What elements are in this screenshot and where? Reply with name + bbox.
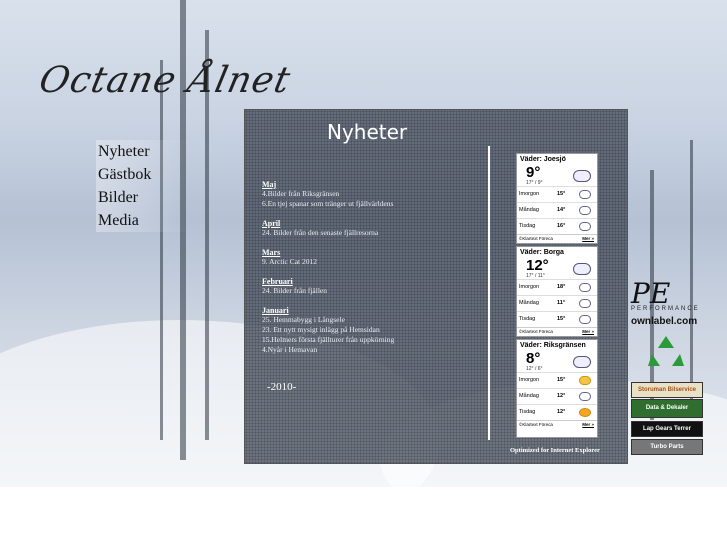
forecast-row: Tisdag 15° — [517, 311, 597, 327]
year-link[interactable]: -2010- — [267, 381, 296, 393]
rain-icon — [579, 392, 591, 401]
weather-widget-borga: Väder: Borga 12° 17° / 11° Imorgon 18° Må… — [516, 246, 598, 337]
forecast-temp: 18° — [557, 284, 566, 290]
browser-note: Optimized for Internet Explorer — [510, 447, 600, 454]
sponsor-badge[interactable]: Storuman Bilservice — [631, 382, 703, 398]
news-link[interactable]: 4.Bilder från Riksgränsen — [262, 189, 482, 199]
news-link[interactable]: 25. Hemmabygg i Långsele — [262, 315, 482, 325]
cloud-icon — [573, 263, 591, 275]
forecast-row: Måndag 14° — [517, 202, 597, 218]
forecast-temp: 15° — [557, 377, 566, 383]
weather-footer: ©Klartext Föreca Mer » — [517, 327, 597, 335]
forecast-day: Imorgon — [519, 284, 540, 290]
divider — [488, 146, 490, 440]
sun-icon — [579, 408, 591, 417]
nav-item-media[interactable]: Media — [96, 209, 188, 232]
forecast-temp: 12° — [557, 393, 566, 399]
forecast-temp: 14° — [557, 207, 566, 213]
cloud-icon — [579, 190, 591, 199]
month-heading-januari[interactable]: Januari — [262, 306, 482, 315]
page-title: Nyheter — [327, 120, 408, 144]
nav-item-gastbok[interactable]: Gästbok — [96, 163, 188, 186]
weather-footer: ©Klartext Föreca Mer » — [517, 420, 597, 428]
weather-credit: ©Klartext Föreca — [519, 329, 553, 334]
forecast-day: Tisdag — [519, 316, 536, 322]
sun-cloud-icon — [579, 376, 591, 385]
pe-performance-logo[interactable]: PE — [631, 280, 701, 308]
forecast-day: Måndag — [519, 207, 539, 213]
forecast-temp: 12° — [557, 409, 566, 415]
news-link[interactable]: 24. Bilder från fjällen — [262, 286, 482, 296]
forecast-day: Imorgon — [519, 191, 540, 197]
more-link[interactable]: Mer » — [582, 329, 594, 334]
cloud-icon — [579, 283, 591, 292]
forecast-row: Tisdag 16° — [517, 218, 597, 234]
cloud-icon — [579, 222, 591, 231]
forecast-temp: 11° — [557, 300, 566, 306]
sponsor-badge[interactable]: Lap Gears Terrer — [631, 421, 703, 437]
weather-footer: ©Klartext Föreca Mer » — [517, 234, 597, 242]
forecast-day: Tisdag — [519, 223, 536, 229]
forecast-row: Tisdag 12° — [517, 404, 597, 420]
forecast-row: Måndag 11° — [517, 295, 597, 311]
forecast-temp: 15° — [557, 316, 566, 322]
month-heading-april[interactable]: April — [262, 219, 482, 228]
forecast-row: Imorgon 15° — [517, 186, 597, 202]
forecast-day: Måndag — [519, 300, 539, 306]
main-nav: Nyheter Gästbok Bilder Media — [96, 140, 188, 232]
site-logo[interactable]: Octane Ålnet — [36, 60, 295, 101]
pe-performance-subtitle: PERFORMANCE — [631, 306, 700, 312]
forecast-row: Imorgon 18° — [517, 279, 597, 295]
forecast-day: Måndag — [519, 393, 539, 399]
recycle-icon[interactable] — [646, 334, 686, 370]
nav-item-bilder[interactable]: Bilder — [96, 186, 188, 209]
weather-credit: ©Klartext Föreca — [519, 422, 553, 427]
news-link[interactable]: 4.Nyår i Hemavan — [262, 345, 482, 355]
news-list: Maj 4.Bilder från Riksgränsen 6.En tjej … — [262, 170, 482, 355]
rain-icon — [579, 315, 591, 324]
cloud-icon — [573, 170, 591, 182]
month-heading-maj[interactable]: Maj — [262, 180, 482, 189]
forecast-day: Tisdag — [519, 409, 536, 415]
forecast-day: Imorgon — [519, 377, 540, 383]
news-link[interactable]: 9. Arctic Cat 2012 — [262, 257, 482, 267]
more-link[interactable]: Mer » — [582, 236, 594, 241]
forecast-row: Imorgon 15° — [517, 372, 597, 388]
forecast-row: Måndag 12° — [517, 388, 597, 404]
news-link[interactable]: 23. Ett nytt mysigt inlägg på Hemsidan — [262, 325, 482, 335]
content-panel: Nyheter Maj 4.Bilder från Riksgränsen 6.… — [244, 109, 628, 464]
news-link[interactable]: 24. Bilder från den senaste fjällresorna — [262, 228, 482, 238]
nav-item-nyheter[interactable]: Nyheter — [96, 140, 188, 163]
weather-widget-riksgransen: Väder: Riksgränsen 8° 12° / 6° Imorgon 15… — [516, 339, 598, 438]
forecast-temp: 16° — [557, 223, 566, 229]
ownlabel-logo[interactable]: ownlabel.com — [631, 316, 701, 327]
cloud-icon — [573, 356, 591, 368]
news-link[interactable]: 6.En tjej spanar som tränger ut fjällvär… — [262, 199, 482, 209]
forecast-temp: 15° — [557, 191, 566, 197]
news-link[interactable]: 15.Helmers första fjällturer från uppkör… — [262, 335, 482, 345]
month-heading-mars[interactable]: Mars — [262, 248, 482, 257]
sponsor-badge[interactable]: Data & Dekaler — [631, 399, 703, 418]
rain-icon — [579, 206, 591, 215]
more-link[interactable]: Mer » — [582, 422, 594, 427]
month-heading-februari[interactable]: Februari — [262, 277, 482, 286]
cloud-icon — [579, 299, 591, 308]
weather-widget-joesjo: Väder: Joesjö 9° 17° / 9° Imorgon 15° Mån… — [516, 153, 598, 244]
weather-credit: ©Klartext Föreca — [519, 236, 553, 241]
sponsor-badge[interactable]: Turbo Parts — [631, 439, 703, 455]
